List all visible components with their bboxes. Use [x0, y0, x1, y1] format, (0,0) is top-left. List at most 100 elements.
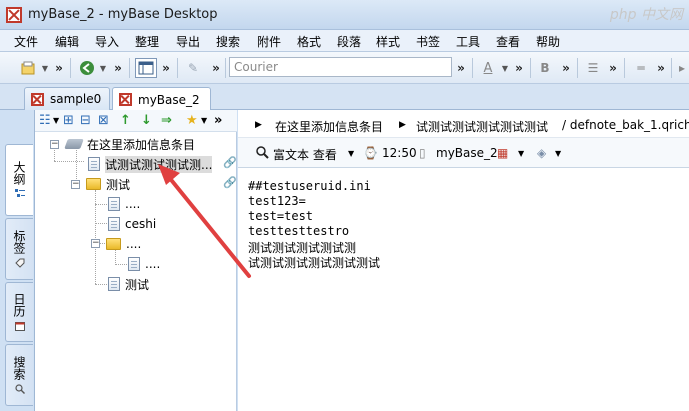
title-bar: myBase_2 - myBase Desktop php 中文网 [0, 0, 689, 30]
menu-search[interactable]: 搜索 [216, 33, 240, 50]
tree-item-label: .... [125, 197, 141, 211]
side-tab-outline[interactable]: 大纲 [5, 144, 33, 216]
menu-format[interactable]: 格式 [297, 33, 321, 50]
tab-mybase2[interactable]: myBase_2 [112, 87, 211, 111]
menu-bookmark[interactable]: 书签 [416, 33, 440, 50]
toolbar-overflow-icon[interactable]: » [53, 58, 65, 78]
tree-item-selected[interactable]: 试测试测试测试测... [88, 155, 213, 173]
toolbar-separator [671, 58, 672, 78]
toolbar-overflow-icon[interactable]: » [655, 58, 667, 78]
editor-text-line[interactable]: ##testuseruid.ini [248, 179, 371, 193]
menu-import[interactable]: 导入 [95, 33, 119, 50]
breadcrumb-item[interactable]: 试测试测试测试测试测试 [416, 118, 548, 135]
note-database: myBase_2 [436, 146, 498, 160]
side-tab-calendar[interactable]: 日历 [5, 282, 33, 342]
view-mode-dropdown-icon[interactable]: ▼ [348, 149, 354, 158]
side-tab-label: 搜索 [12, 356, 26, 380]
tree-item[interactable]: 测试 [108, 275, 149, 293]
new-note-icon[interactable] [18, 58, 38, 78]
menu-help[interactable]: 帮助 [536, 33, 560, 50]
document-icon [108, 277, 120, 291]
tree-subfolder-expander[interactable]: − [91, 239, 100, 248]
toolbar-separator [624, 58, 625, 78]
toolbar-overflow-icon[interactable]: » [112, 58, 124, 78]
tree-root-expander[interactable]: − [50, 140, 59, 149]
back-icon[interactable] [78, 58, 96, 78]
outline-view-icon[interactable]: ☷ [39, 113, 51, 129]
attachment-icon: 🔗 [223, 176, 237, 189]
breadcrumb-file[interactable]: / defnote_bak_1.qrich [562, 118, 689, 132]
calendar-dropdown-icon[interactable]: ▼ [518, 149, 524, 158]
view-mode-label[interactable]: 富文本 查看 [273, 146, 337, 163]
move-down-icon[interactable]: ↓ [141, 113, 152, 129]
tree-folder-expander[interactable]: − [71, 180, 80, 189]
outline-view-dropdown-icon[interactable]: ▼ [53, 113, 59, 129]
breadcrumb-item[interactable]: 在这里添加信息条目 [275, 118, 383, 135]
menu-view[interactable]: 查看 [496, 33, 520, 50]
toolbar-separator [225, 58, 226, 78]
new-note-dropdown-icon[interactable]: ▼ [40, 58, 50, 78]
move-node-icon[interactable]: ⊠ [98, 113, 109, 129]
back-dropdown-icon[interactable]: ▼ [98, 58, 108, 78]
menu-attachment[interactable]: 附件 [257, 33, 281, 50]
folder-icon [106, 238, 121, 250]
menu-paragraph[interactable]: 段落 [337, 33, 361, 50]
editor-text-line[interactable]: 试测试测试测试测试测试 [248, 254, 380, 271]
tree-item[interactable]: ceshi [108, 215, 156, 233]
bullet-list-icon[interactable]: ☰ [585, 58, 601, 78]
more-tools-icon[interactable]: ▸ [676, 58, 688, 78]
side-tab-tags[interactable]: 标签 [5, 218, 33, 280]
tab-label: sample0 [50, 92, 102, 106]
tree-toolbar-overflow-icon[interactable]: » [214, 113, 222, 129]
tab-sample0[interactable]: sample0 [24, 87, 110, 110]
tree-root[interactable]: 在这里添加信息条目 [64, 135, 195, 153]
toolbar-overflow-icon[interactable]: » [210, 58, 222, 78]
tag-icon[interactable]: ◈ [537, 146, 546, 160]
editor-text-line[interactable]: test123= [248, 194, 306, 208]
layout-icon[interactable] [135, 58, 157, 78]
side-tab-search[interactable]: 搜索 [5, 344, 33, 406]
toolbar-separator [70, 58, 71, 78]
tree-item-folder[interactable]: .... [106, 235, 141, 253]
font-color-dropdown-icon[interactable]: ▼ [500, 58, 510, 78]
tree-item-label: 试测试测试测试测... [105, 155, 213, 173]
tree-item-folder[interactable]: 测试 [86, 175, 130, 193]
window-title: myBase_2 - myBase Desktop [28, 7, 218, 22]
toolbar-overflow-icon[interactable]: » [160, 58, 172, 78]
toolbar-overflow-icon[interactable]: » [560, 58, 572, 78]
indent-icon[interactable]: ⇒ [161, 113, 172, 129]
menu-style[interactable]: 样式 [376, 33, 400, 50]
tag-dropdown-icon[interactable]: ▼ [555, 149, 561, 158]
menu-edit[interactable]: 编辑 [55, 33, 79, 50]
star-icon[interactable]: ★ [186, 113, 198, 129]
new-child-icon[interactable]: ⊞ [63, 113, 74, 129]
paste-icon[interactable]: ✎ [185, 58, 201, 78]
horizontal-rule-icon[interactable]: ═ [632, 58, 650, 78]
toolbar-overflow-icon[interactable]: » [513, 58, 525, 78]
editor-text-line[interactable]: testtesttestro [248, 224, 349, 238]
calendar-icon[interactable]: ▦ [497, 146, 508, 160]
bold-icon[interactable]: B [538, 58, 552, 78]
app-icon [6, 7, 22, 23]
tree-connector [54, 150, 55, 161]
tree-connector [95, 204, 107, 205]
toolbar-overflow-icon[interactable]: » [607, 58, 619, 78]
star-dropdown-icon[interactable]: ▼ [201, 113, 207, 129]
new-sibling-icon[interactable]: ⊟ [80, 113, 91, 129]
tree-item[interactable]: .... [128, 255, 160, 273]
menu-export[interactable]: 导出 [176, 33, 200, 50]
font-color-icon[interactable]: A [480, 58, 496, 78]
tree-item[interactable]: .... [108, 195, 140, 213]
side-tab-strip: 大纲 标签 日历 搜索 [0, 110, 35, 411]
db-file-icon: ▯ [419, 146, 426, 160]
watermark: php 中文网 [609, 7, 683, 23]
search-icon[interactable] [256, 146, 269, 162]
font-selector[interactable]: Courier [229, 57, 452, 77]
menu-file[interactable]: 文件 [14, 33, 38, 50]
clock-icon: ⌚ [363, 146, 378, 160]
editor-text-line[interactable]: test=test [248, 209, 313, 223]
menu-tools[interactable]: 工具 [456, 33, 480, 50]
menu-organize[interactable]: 整理 [135, 33, 159, 50]
toolbar-overflow-icon[interactable]: » [455, 58, 467, 78]
move-up-icon[interactable]: ↑ [120, 113, 131, 129]
